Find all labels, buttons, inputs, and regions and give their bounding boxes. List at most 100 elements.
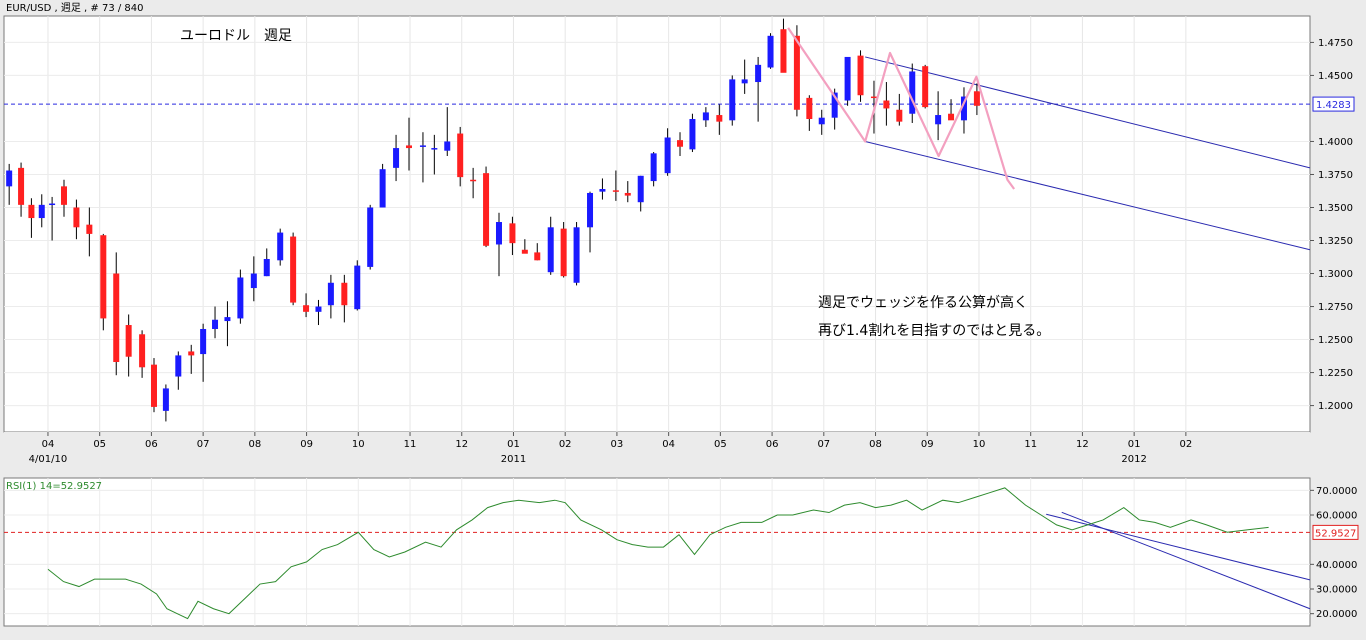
chart-svg: 1.4283 12345 1.47501.45001.40001.37501.3… bbox=[0, 0, 1366, 636]
candle-body bbox=[18, 167, 25, 205]
rsi-tick-label: 30.0000 bbox=[1316, 585, 1357, 596]
time-tick-label: 09 bbox=[300, 439, 313, 450]
candle-body bbox=[354, 265, 361, 310]
time-tick-label: 01 bbox=[1128, 439, 1141, 450]
time-tick-label: 08 bbox=[248, 439, 261, 450]
candle-body bbox=[200, 328, 207, 355]
candle-body bbox=[922, 66, 929, 108]
candle-body bbox=[612, 190, 619, 192]
price-tick-label: 1.2000 bbox=[1318, 401, 1353, 412]
candle-body bbox=[547, 227, 554, 273]
candle-body bbox=[150, 364, 157, 407]
candle-body bbox=[650, 153, 657, 182]
time-tick-label: 01 bbox=[507, 439, 520, 450]
candle-body bbox=[677, 140, 684, 147]
note-line-2: 再び1.4割れを目指すのではと見る。 bbox=[818, 322, 1050, 339]
candle-body bbox=[534, 252, 541, 261]
candle-body bbox=[702, 112, 709, 121]
time-tick-label: 05 bbox=[93, 439, 106, 450]
candle-body bbox=[444, 141, 451, 151]
time-tick-label: 05 bbox=[714, 439, 727, 450]
candle-body bbox=[818, 117, 825, 125]
candle-body bbox=[263, 258, 270, 277]
candle-body bbox=[689, 119, 696, 150]
candle-body bbox=[6, 170, 13, 187]
candle-body bbox=[125, 325, 132, 357]
candle-body bbox=[909, 71, 916, 114]
chart-info-text: EUR/USD , 週足 , # 73 / 840 bbox=[6, 2, 144, 14]
candle-body bbox=[100, 235, 107, 319]
candle-body bbox=[393, 148, 400, 168]
candle-body bbox=[573, 227, 580, 283]
time-tick-label: 11 bbox=[1024, 439, 1037, 450]
candle-body bbox=[716, 115, 723, 122]
candle-body bbox=[457, 133, 464, 178]
candle-body bbox=[113, 273, 120, 363]
candle-body bbox=[637, 175, 644, 203]
candle-body bbox=[303, 305, 310, 312]
time-tick-label: 02 bbox=[559, 439, 572, 450]
time-year-label: 2011 bbox=[501, 454, 526, 465]
note-line-1: 週足でウェッジを作る公算が高く bbox=[818, 294, 1028, 311]
price-tick-label: 1.4750 bbox=[1318, 38, 1353, 49]
candle-body bbox=[729, 79, 736, 121]
price-tick-label: 1.3750 bbox=[1318, 170, 1353, 181]
rsi-tick-label: 40.0000 bbox=[1316, 560, 1357, 571]
rsi-level-label: 52.9527 bbox=[1315, 528, 1356, 539]
candle-body bbox=[175, 355, 182, 377]
time-tick-label: 03 bbox=[611, 439, 624, 450]
time-tick-label: 09 bbox=[921, 439, 934, 450]
candle-body bbox=[624, 192, 631, 196]
candle-body bbox=[28, 204, 35, 219]
candle-body bbox=[405, 145, 412, 149]
rsi-panel[interactable] bbox=[3, 477, 1311, 627]
candle-body bbox=[60, 186, 67, 205]
price-tick-label: 1.4000 bbox=[1318, 137, 1353, 148]
chart-title: ユーロドル 週足 bbox=[180, 28, 292, 44]
candle-body bbox=[188, 351, 195, 356]
candle-body bbox=[793, 35, 800, 110]
candle-body bbox=[419, 145, 426, 147]
candle-body bbox=[870, 96, 877, 99]
time-tick-label: 12 bbox=[455, 439, 468, 450]
current-level-label: 1.4283 bbox=[1316, 100, 1351, 111]
candle-body bbox=[741, 79, 748, 84]
price-tick-label: 1.2750 bbox=[1318, 302, 1353, 313]
price-tick-label: 1.3500 bbox=[1318, 203, 1353, 214]
candle-body bbox=[327, 282, 334, 306]
candle-body bbox=[883, 100, 890, 109]
candle-body bbox=[844, 56, 851, 101]
time-tick-label: 07 bbox=[197, 439, 210, 450]
time-tick-label: 08 bbox=[869, 439, 882, 450]
time-tick-label: 04 bbox=[662, 439, 675, 450]
price-panel[interactable] bbox=[3, 15, 1311, 433]
candle-body bbox=[780, 29, 787, 73]
time-tick-label: 06 bbox=[766, 439, 779, 450]
candle-body bbox=[237, 277, 244, 319]
time-tick-label: 07 bbox=[817, 439, 830, 450]
time-tick-label: 06 bbox=[145, 439, 158, 450]
candle-body bbox=[470, 179, 477, 182]
candle-body bbox=[948, 113, 955, 121]
panel-divider[interactable] bbox=[4, 466, 1310, 476]
time-tick-label: 11 bbox=[404, 439, 417, 450]
time-tick-label: 10 bbox=[973, 439, 986, 450]
time-tick-label: 10 bbox=[352, 439, 365, 450]
candle-body bbox=[49, 203, 56, 206]
candle-body bbox=[315, 306, 322, 312]
candle-body bbox=[290, 236, 297, 303]
candle-body bbox=[509, 223, 516, 244]
time-tick-label: 12 bbox=[1076, 439, 1089, 450]
candle-body bbox=[896, 109, 903, 122]
candle-body bbox=[73, 207, 80, 228]
candle-body bbox=[38, 204, 45, 219]
candle-body bbox=[431, 148, 438, 150]
time-year-label: 2012 bbox=[1121, 454, 1146, 465]
rsi-label: RSI(1) 14=52.9527 bbox=[6, 481, 102, 492]
candle-body bbox=[560, 228, 567, 277]
candle-body bbox=[139, 334, 146, 368]
candle-body bbox=[755, 64, 762, 83]
candle-body bbox=[341, 282, 348, 306]
candle-body bbox=[857, 55, 864, 96]
rsi-tick-label: 60.0000 bbox=[1316, 511, 1357, 522]
